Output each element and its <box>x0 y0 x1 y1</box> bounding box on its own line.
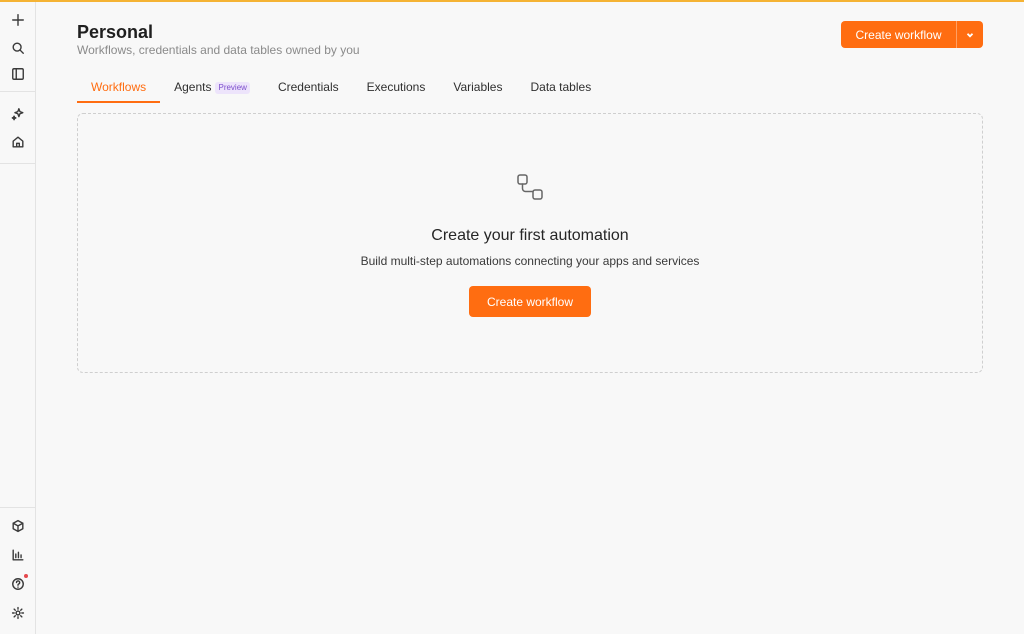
home-icon[interactable] <box>8 132 28 152</box>
tab-credentials[interactable]: Credentials <box>264 80 353 103</box>
gear-icon[interactable] <box>8 603 28 623</box>
plus-icon[interactable] <box>8 10 28 30</box>
tab-data-tables[interactable]: Data tables <box>516 80 605 103</box>
tab-bar: Workflows Agents Preview Credentials Exe… <box>77 80 605 103</box>
tab-label: Credentials <box>277 80 339 94</box>
create-workflow-button[interactable]: Create workflow <box>841 21 956 48</box>
preview-badge: Preview <box>215 82 250 94</box>
page-subtitle: Workflows, credentials and data tables o… <box>77 43 360 57</box>
tab-label: Agents <box>174 80 212 94</box>
tab-workflows[interactable]: Workflows <box>77 80 161 103</box>
bar-chart-icon[interactable] <box>8 545 28 565</box>
tab-label: Executions <box>366 80 426 94</box>
cube-icon[interactable] <box>8 516 28 536</box>
create-workflow-split-button: Create workflow <box>841 21 983 48</box>
create-options-dropdown[interactable] <box>957 21 983 48</box>
top-accent-line <box>0 0 1024 2</box>
sidebar <box>0 2 36 634</box>
search-icon[interactable] <box>8 38 28 58</box>
sparkles-icon[interactable] <box>8 104 28 124</box>
create-workflow-cta-button[interactable]: Create workflow <box>469 286 591 317</box>
empty-state-title: Create your first automation <box>431 227 629 244</box>
tab-label: Variables <box>453 80 503 94</box>
tab-variables[interactable]: Variables <box>439 80 516 103</box>
chevron-down-icon <box>966 32 974 38</box>
tab-label: Workflows <box>91 80 147 94</box>
workflow-icon <box>515 172 545 202</box>
panel-toggle-icon[interactable] <box>8 64 28 84</box>
empty-state-description: Build multi-step automations connecting … <box>360 254 700 268</box>
sidebar-divider <box>0 163 35 164</box>
notification-dot <box>24 574 28 578</box>
tab-agents[interactable]: Agents Preview <box>160 80 264 103</box>
sidebar-divider <box>0 507 35 508</box>
tab-label: Data tables <box>530 80 592 94</box>
sidebar-divider <box>0 91 35 92</box>
page-title: Personal <box>77 22 154 42</box>
tab-executions[interactable]: Executions <box>353 80 440 103</box>
